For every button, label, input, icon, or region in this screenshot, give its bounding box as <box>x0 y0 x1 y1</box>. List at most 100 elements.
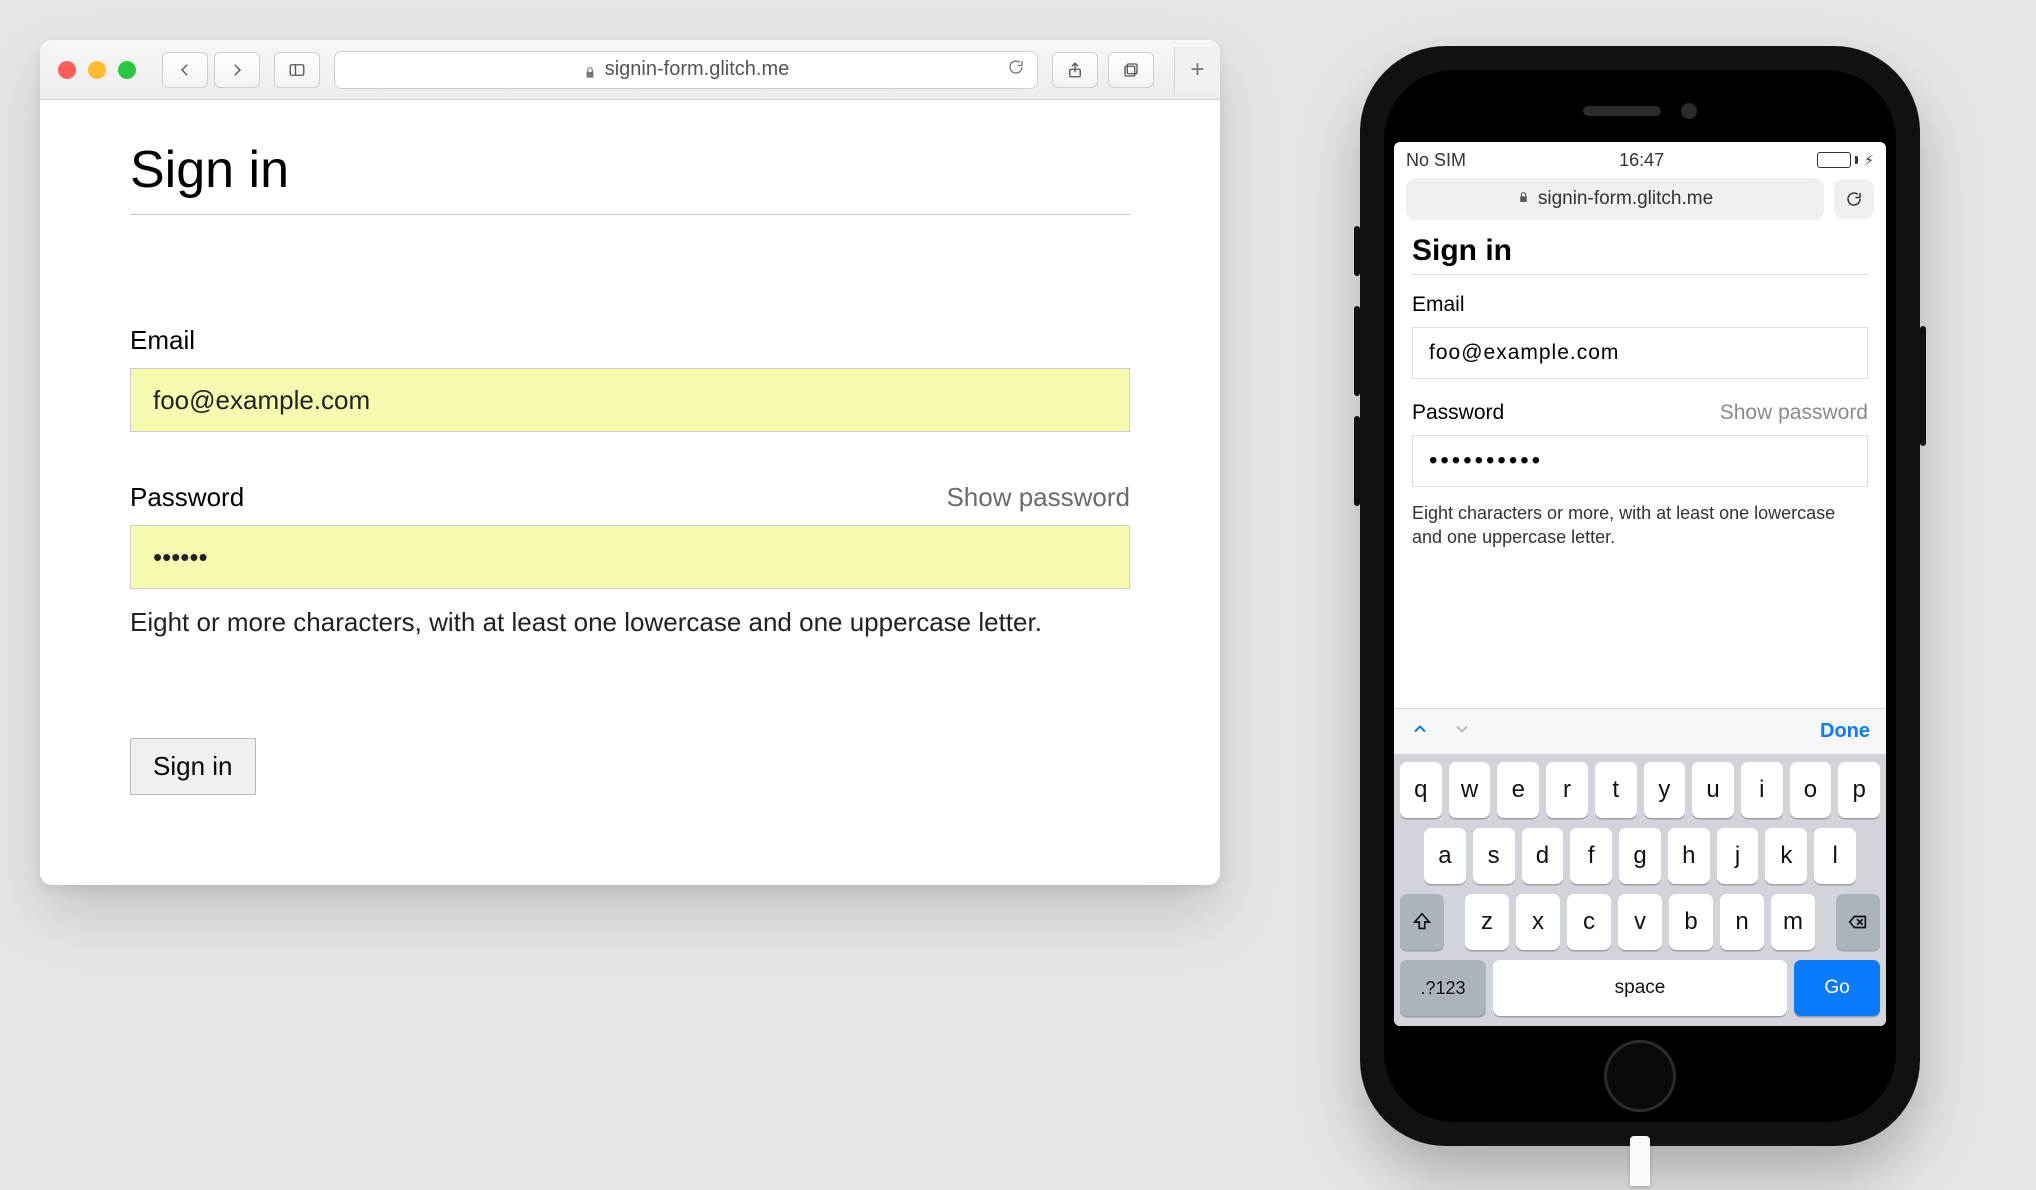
safari-toolbar: signin-form.glitch.me + <box>40 40 1220 100</box>
page-title: Sign in <box>1412 234 1868 268</box>
new-tab-button[interactable]: + <box>1174 47 1220 93</box>
keyboard-done-button[interactable]: Done <box>1820 720 1870 743</box>
key-d[interactable]: d <box>1522 828 1564 884</box>
key-s[interactable]: s <box>1473 828 1515 884</box>
email-input[interactable] <box>130 368 1130 432</box>
key-a[interactable]: a <box>1424 828 1466 884</box>
divider <box>1412 274 1868 275</box>
mobile-url-host: signin-form.glitch.me <box>1538 188 1713 210</box>
page-title: Sign in <box>130 140 1130 200</box>
password-input[interactable] <box>1412 435 1868 487</box>
keyboard-row-3: zxcvbnm <box>1400 894 1880 950</box>
share-button[interactable] <box>1052 52 1098 88</box>
lock-icon <box>583 63 597 77</box>
tabs-button[interactable] <box>1108 52 1154 88</box>
email-label: Email <box>1412 293 1868 317</box>
zoom-window-button[interactable] <box>118 61 136 79</box>
go-key[interactable]: Go <box>1794 960 1880 1016</box>
keyboard-accessory-bar: Done <box>1394 708 1886 754</box>
front-camera <box>1681 103 1697 119</box>
key-t[interactable]: t <box>1595 762 1637 818</box>
password-field-block: Password Show password Eight or more cha… <box>130 482 1130 638</box>
reload-icon[interactable] <box>1007 58 1025 82</box>
key-k[interactable]: k <box>1765 828 1807 884</box>
key-v[interactable]: v <box>1618 894 1662 950</box>
charging-icon: ⚡︎ <box>1864 152 1874 169</box>
email-field-block: Email <box>130 325 1130 432</box>
key-m[interactable]: m <box>1771 894 1815 950</box>
key-p[interactable]: p <box>1838 762 1880 818</box>
onscreen-keyboard: qwertyuiop asdfghjkl zxcvbnm .?123 space… <box>1394 754 1886 1026</box>
status-bar: No SIM 16:47 ⚡︎ <box>1394 142 1886 178</box>
address-bar[interactable]: signin-form.glitch.me <box>334 51 1038 89</box>
lock-icon <box>1517 188 1530 210</box>
email-field-block: Email <box>1412 293 1868 379</box>
iphone-device: No SIM 16:47 ⚡︎ signin-form.glitch.me <box>1360 46 1920 1146</box>
keyboard-row-1: qwertyuiop <box>1400 762 1880 818</box>
mute-switch <box>1354 226 1360 276</box>
minimize-window-button[interactable] <box>88 61 106 79</box>
password-hint: Eight or more characters, with at least … <box>130 607 1130 638</box>
password-hint: Eight characters or more, with at least … <box>1412 501 1868 550</box>
safari-window: signin-form.glitch.me + Sign in Email Pa… <box>40 40 1220 885</box>
key-w[interactable]: w <box>1449 762 1491 818</box>
mobile-page-content: Sign in Email Password Show password Eig… <box>1394 230 1886 582</box>
home-button[interactable] <box>1604 1040 1676 1112</box>
shift-key[interactable] <box>1400 894 1444 950</box>
key-b[interactable]: b <box>1669 894 1713 950</box>
form-prev-button[interactable] <box>1410 719 1430 744</box>
key-u[interactable]: u <box>1692 762 1734 818</box>
key-z[interactable]: z <box>1465 894 1509 950</box>
password-label: Password <box>130 482 244 513</box>
mobile-address-bar[interactable]: signin-form.glitch.me <box>1406 178 1824 220</box>
device-top <box>1394 80 1886 142</box>
back-button[interactable] <box>162 52 208 88</box>
key-c[interactable]: c <box>1567 894 1611 950</box>
carrier-label: No SIM <box>1406 150 1466 171</box>
iphone-screen: No SIM 16:47 ⚡︎ signin-form.glitch.me <box>1394 142 1886 1026</box>
key-q[interactable]: q <box>1400 762 1442 818</box>
forward-button[interactable] <box>214 52 260 88</box>
keyboard-row-4: .?123 space Go <box>1400 960 1880 1016</box>
key-l[interactable]: l <box>1814 828 1856 884</box>
key-f[interactable]: f <box>1570 828 1612 884</box>
show-password-toggle[interactable]: Show password <box>946 482 1130 513</box>
backspace-key[interactable] <box>1836 894 1880 950</box>
page-content: Sign in Email Password Show password Eig… <box>40 100 1220 885</box>
divider <box>130 214 1130 215</box>
window-controls <box>58 61 136 79</box>
key-o[interactable]: o <box>1790 762 1832 818</box>
clock: 16:47 <box>1619 150 1664 171</box>
email-label: Email <box>130 325 1130 356</box>
sidebar-toggle-button[interactable] <box>274 52 320 88</box>
earpiece <box>1583 106 1661 116</box>
mobile-address-row: signin-form.glitch.me <box>1394 178 1886 230</box>
key-h[interactable]: h <box>1668 828 1710 884</box>
battery-indicator: ⚡︎ <box>1817 152 1874 169</box>
keyboard-row-2: asdfghjkl <box>1400 828 1880 884</box>
key-j[interactable]: j <box>1717 828 1759 884</box>
volume-up-button <box>1354 306 1360 396</box>
signin-button[interactable]: Sign in <box>130 738 256 795</box>
key-x[interactable]: x <box>1516 894 1560 950</box>
password-field-block: Password Show password Eight characters … <box>1412 401 1868 550</box>
space-key[interactable]: space <box>1493 960 1787 1016</box>
key-e[interactable]: e <box>1497 762 1539 818</box>
key-n[interactable]: n <box>1720 894 1764 950</box>
key-y[interactable]: y <box>1644 762 1686 818</box>
form-next-button[interactable] <box>1452 719 1472 744</box>
show-password-toggle[interactable]: Show password <box>1720 401 1868 425</box>
url-host: signin-form.glitch.me <box>605 58 790 81</box>
volume-down-button <box>1354 416 1360 506</box>
lightning-cable <box>1630 1136 1650 1186</box>
mobile-reload-button[interactable] <box>1834 179 1874 219</box>
key-i[interactable]: i <box>1741 762 1783 818</box>
password-label: Password <box>1412 401 1504 425</box>
password-input[interactable] <box>130 525 1130 589</box>
key-g[interactable]: g <box>1619 828 1661 884</box>
email-input[interactable] <box>1412 327 1868 379</box>
key-r[interactable]: r <box>1546 762 1588 818</box>
numbers-key[interactable]: .?123 <box>1400 960 1486 1016</box>
close-window-button[interactable] <box>58 61 76 79</box>
power-button <box>1920 326 1926 446</box>
